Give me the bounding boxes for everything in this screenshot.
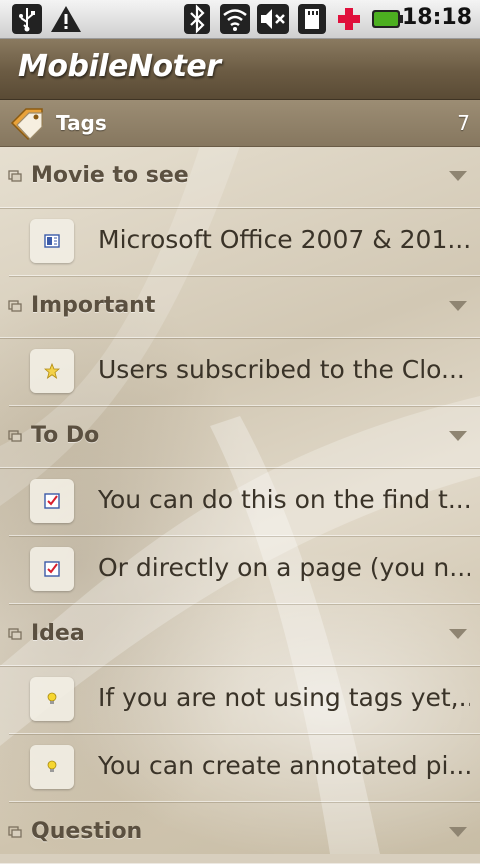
group-header-movie-to-see[interactable]: Movie to see: [0, 146, 480, 208]
note-item[interactable]: Users subscribed to the Clo...: [9, 338, 480, 406]
group-icon: [8, 170, 22, 182]
group-icon: [8, 628, 22, 640]
tags-count: 7: [457, 111, 470, 135]
group-label: Movie to see: [31, 163, 189, 188]
note-title: You can do this on the find t...: [98, 485, 470, 514]
app-header: MobileNoter: [0, 39, 480, 100]
star-icon: [30, 349, 74, 393]
page-icon: [30, 219, 74, 263]
note-title: You can create annotated pi...: [98, 751, 470, 780]
group-header-question[interactable]: Question: [0, 802, 480, 864]
collapse-arrow-icon[interactable]: [449, 629, 467, 639]
clock: 18:18: [401, 5, 472, 30]
group-label: Idea: [31, 621, 85, 646]
note-item[interactable]: You can create annotated pi...: [9, 734, 480, 802]
collapse-arrow-icon[interactable]: [449, 431, 467, 441]
group-header-idea[interactable]: Idea: [0, 604, 480, 666]
tag-icon: [10, 108, 43, 141]
status-bar: 18:18: [0, 0, 480, 39]
note-title: Microsoft Office 2007 & 201...: [98, 225, 470, 254]
group-header-to-do[interactable]: To Do: [0, 406, 480, 468]
note-item[interactable]: Microsoft Office 2007 & 201...: [9, 208, 480, 276]
plus-icon: [338, 8, 360, 30]
collapse-arrow-icon[interactable]: [449, 827, 467, 837]
note-item[interactable]: Or directly on a page (you n...: [9, 536, 480, 604]
group-icon: [8, 430, 22, 442]
note-item[interactable]: You can do this on the find t...: [9, 468, 480, 536]
note-item[interactable]: If you are not using tags yet,...: [9, 666, 480, 734]
note-title: Users subscribed to the Clo...: [98, 355, 465, 384]
group-label: Important: [31, 293, 156, 318]
battery-icon: [372, 10, 403, 28]
note-title: If you are not using tags yet,...: [98, 683, 470, 712]
group-icon: [8, 300, 22, 312]
app-title: MobileNoter: [18, 49, 221, 84]
usb-icon: [12, 4, 42, 34]
group-header-important[interactable]: Important: [0, 276, 480, 338]
lightbulb-icon: [30, 677, 74, 721]
mute-icon: [257, 4, 289, 34]
collapse-arrow-icon[interactable]: [449, 171, 467, 181]
group-icon: [8, 826, 22, 838]
group-label: To Do: [31, 423, 100, 448]
lightbulb-icon: [30, 745, 74, 789]
sd-card-icon: [298, 4, 326, 34]
tags-label: Tags: [56, 111, 107, 135]
wifi-icon: [220, 4, 250, 34]
tags-header[interactable]: Tags 7: [0, 100, 480, 147]
bluetooth-icon: [184, 4, 210, 34]
checkbox-icon: [30, 479, 74, 523]
note-title: Or directly on a page (you n...: [98, 553, 470, 582]
group-label: Question: [31, 819, 143, 844]
checkbox-icon: [30, 547, 74, 591]
warning-icon: [51, 6, 81, 32]
collapse-arrow-icon[interactable]: [449, 301, 467, 311]
tag-group-list: Movie to see Microsoft Office 2007 & 201…: [0, 146, 480, 864]
